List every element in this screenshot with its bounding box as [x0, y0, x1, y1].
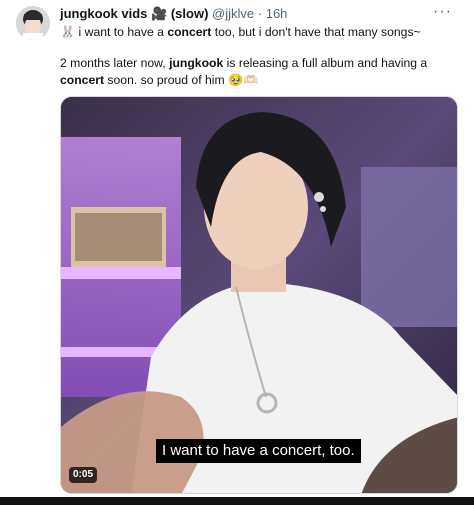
- bold-jungkook: jungkook: [169, 56, 224, 70]
- video-player[interactable]: I want to have a concert, too. 0:05: [60, 96, 458, 494]
- text-segment: too, but i don't have that many songs~: [211, 25, 421, 39]
- tweet-header: jungkook vids 🎥 (slow) @jjklve · 16h: [60, 6, 287, 22]
- author-handle[interactable]: @jjklve: [212, 6, 254, 21]
- separator: ·: [257, 6, 263, 21]
- video-frame: [61, 97, 457, 493]
- avatar-image: [16, 6, 50, 40]
- author-name[interactable]: jungkook vids: [60, 6, 147, 21]
- video-timestamp: 0:05: [69, 467, 98, 483]
- bold-concert: concert: [60, 73, 105, 87]
- tweet-text-body: 2 months later now, jungkook is releasin…: [60, 55, 460, 89]
- hashtag-concert: concert: [167, 25, 212, 39]
- tweet-text-line1: 🐰 i want to have a concert too, but i do…: [60, 24, 421, 40]
- text-segment: 2 months later now,: [60, 56, 170, 70]
- text-segment: is releasing a full album and having a: [223, 56, 428, 70]
- text-segment: soon. so proud of him 🥹🫶🏻: [104, 73, 259, 87]
- tweet-time[interactable]: 16h: [266, 6, 288, 21]
- camera-emoji-icon: 🎥: [151, 6, 168, 21]
- bottom-bar: [0, 497, 474, 505]
- text-segment: 🐰 i want to have a: [60, 25, 168, 39]
- video-caption: I want to have a concert, too.: [156, 439, 361, 463]
- tweet: jungkook vids 🎥 (slow) @jjklve · 16h ···…: [0, 0, 474, 497]
- author-name-suffix[interactable]: (slow): [171, 6, 209, 21]
- avatar[interactable]: [16, 6, 50, 40]
- more-horizontal-icon[interactable]: ···: [433, 3, 452, 21]
